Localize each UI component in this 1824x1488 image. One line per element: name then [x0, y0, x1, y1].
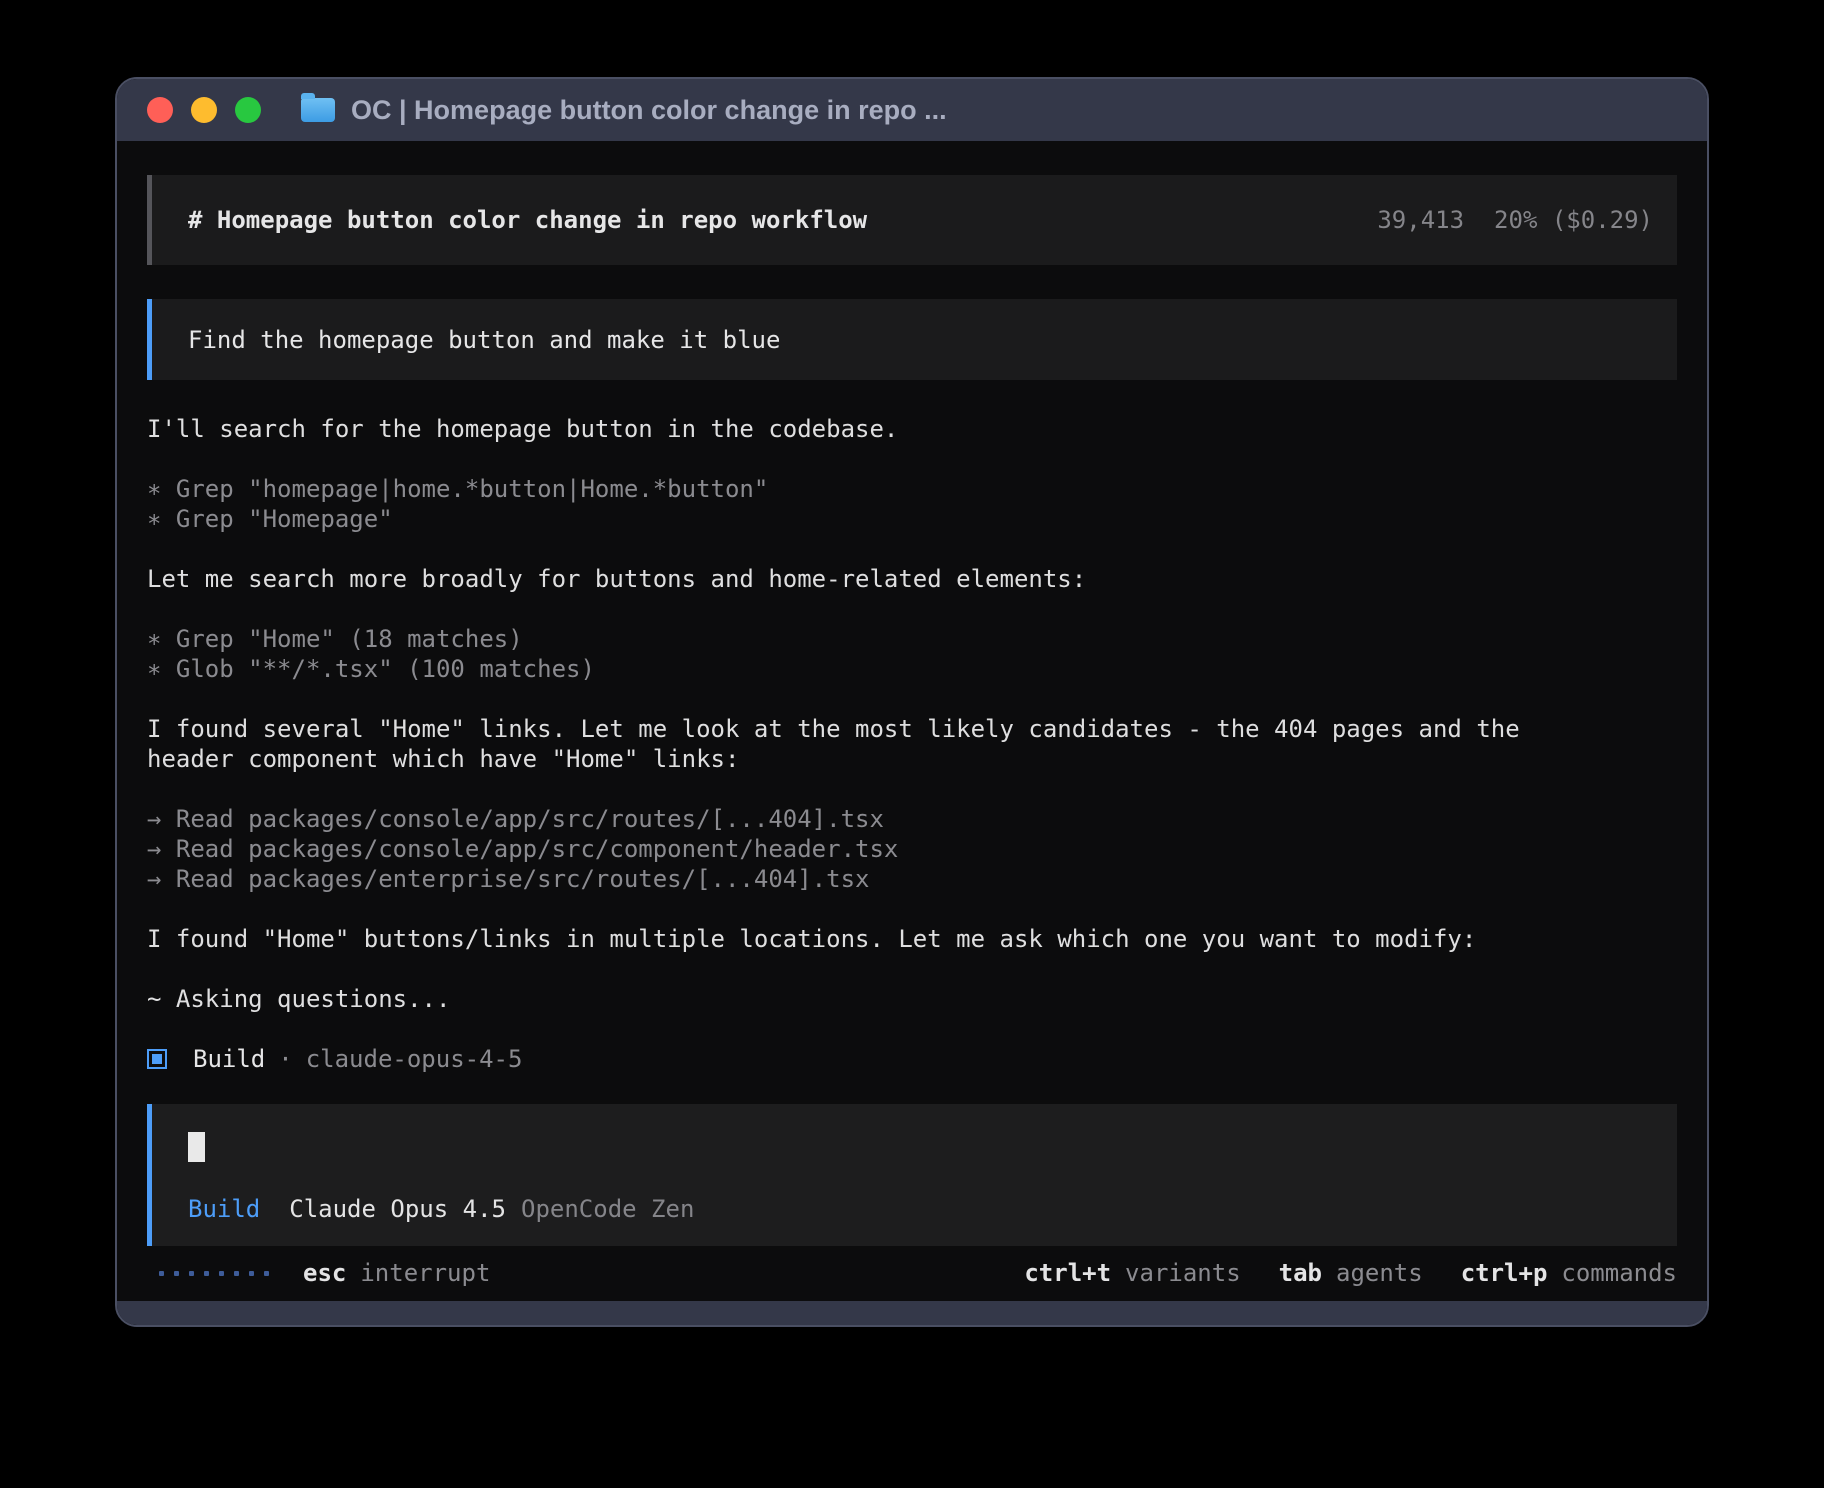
- traffic-lights: [147, 97, 261, 123]
- status-left: esc interrupt: [147, 1258, 490, 1288]
- token-count: 39,413: [1377, 206, 1464, 234]
- separator-dot: ·: [278, 1044, 292, 1074]
- close-button[interactable]: [147, 97, 173, 123]
- input-model-label[interactable]: Claude Opus 4.5: [289, 1194, 506, 1224]
- spinner-dot: [174, 1271, 179, 1276]
- esc-key-hint: esc: [303, 1258, 346, 1288]
- session-title: # Homepage button color change in repo w…: [188, 205, 867, 235]
- transcript: I'll search for the homepage button in t…: [147, 414, 1677, 1044]
- terminal-content: # Homepage button color change in repo w…: [117, 141, 1707, 1301]
- transcript-paragraph: ~ Asking questions...: [147, 984, 1677, 1014]
- transcript-line: ∗ Glob "**/*.tsx" (100 matches): [147, 654, 1677, 684]
- folder-icon: [301, 98, 335, 122]
- shortcut-commands: ctrl+p commands: [1461, 1258, 1677, 1288]
- window-title: OC | Homepage button color change in rep…: [351, 95, 947, 126]
- spinner-dot: [189, 1271, 194, 1276]
- titlebar: OC | Homepage button color change in rep…: [117, 79, 1707, 141]
- shortcut-agents: tab agents: [1279, 1258, 1423, 1288]
- zoom-button[interactable]: [235, 97, 261, 123]
- shortcut-key: ctrl+t: [1024, 1259, 1111, 1287]
- transcript-line: ~ Asking questions...: [147, 984, 1677, 1014]
- transcript-paragraph: I'll search for the homepage button in t…: [147, 414, 1677, 444]
- shortcut-label: variants: [1125, 1259, 1241, 1287]
- spinner-dot: [249, 1271, 254, 1276]
- terminal-window: OC | Homepage button color change in rep…: [115, 77, 1709, 1327]
- minimize-button[interactable]: [191, 97, 217, 123]
- transcript-paragraph: I found "Home" buttons/links in multiple…: [147, 924, 1677, 954]
- transcript-paragraph: Let me search more broadly for buttons a…: [147, 564, 1677, 594]
- transcript-line: header component which have "Home" links…: [147, 744, 1677, 774]
- transcript-line: ∗ Grep "Home" (18 matches): [147, 624, 1677, 654]
- prompt-input[interactable]: Build Claude Opus 4.5 OpenCode Zen: [147, 1104, 1677, 1246]
- transcript-paragraph: ∗ Grep "Home" (18 matches)∗ Glob "**/*.t…: [147, 624, 1677, 684]
- transcript-line: → Read packages/console/app/src/routes/[…: [147, 804, 1677, 834]
- spinner-dot: [219, 1271, 224, 1276]
- context-cost: 20% ($0.29): [1494, 206, 1653, 234]
- transcript-line: Let me search more broadly for buttons a…: [147, 564, 1677, 594]
- agent-status-row: Build · claude-opus-4-5: [147, 1044, 1677, 1074]
- input-provider-label: OpenCode Zen: [521, 1194, 694, 1224]
- agent-build-icon: [147, 1049, 167, 1069]
- transcript-line: I'll search for the homepage button in t…: [147, 414, 1677, 444]
- shortcut-variants: ctrl+t variants: [1024, 1258, 1240, 1288]
- spinner-dot: [234, 1271, 239, 1276]
- shortcut-key: tab: [1279, 1259, 1322, 1287]
- input-agent-label[interactable]: Build: [188, 1194, 260, 1224]
- transcript-line: → Read packages/console/app/src/componen…: [147, 834, 1677, 864]
- spinner-dot: [204, 1271, 209, 1276]
- transcript-line: I found "Home" buttons/links in multiple…: [147, 924, 1677, 954]
- agent-model-id: claude-opus-4-5: [306, 1044, 523, 1074]
- spinner-dots: [159, 1271, 269, 1276]
- shortcut-key: ctrl+p: [1461, 1259, 1548, 1287]
- shortcut-hints: ctrl+t variants tab agents ctrl+p commands: [986, 1258, 1677, 1288]
- transcript-paragraph: I found several "Home" links. Let me loo…: [147, 714, 1677, 774]
- status-bar: esc interrupt ctrl+tvariantstabagentsctr…: [147, 1258, 1677, 1288]
- transcript-paragraph: ∗ Grep "homepage|home.*button|Home.*butt…: [147, 474, 1677, 534]
- transcript-line: I found several "Home" links. Let me loo…: [147, 714, 1677, 744]
- window-footer: [117, 1301, 1707, 1325]
- text-cursor: [188, 1132, 205, 1162]
- transcript-line: ∗ Grep "homepage|home.*button|Home.*butt…: [147, 474, 1677, 504]
- spinner-dot: [264, 1271, 269, 1276]
- user-message: Find the homepage button and make it blu…: [147, 299, 1677, 380]
- shortcut-label: commands: [1561, 1259, 1677, 1287]
- transcript-paragraph: → Read packages/console/app/src/routes/[…: [147, 804, 1677, 894]
- spinner-dot: [159, 1271, 164, 1276]
- model-row: Build Claude Opus 4.5 OpenCode Zen: [188, 1194, 1641, 1224]
- shortcut-label: agents: [1336, 1259, 1423, 1287]
- session-header: # Homepage button color change in repo w…: [147, 175, 1677, 265]
- session-stats: 39,413 20% ($0.29): [1377, 205, 1653, 235]
- esc-action-label: interrupt: [360, 1258, 490, 1288]
- user-message-text: Find the homepage button and make it blu…: [188, 325, 780, 355]
- transcript-line: → Read packages/enterprise/src/routes/[.…: [147, 864, 1677, 894]
- agent-name: Build: [193, 1044, 265, 1074]
- transcript-line: ∗ Grep "Homepage": [147, 504, 1677, 534]
